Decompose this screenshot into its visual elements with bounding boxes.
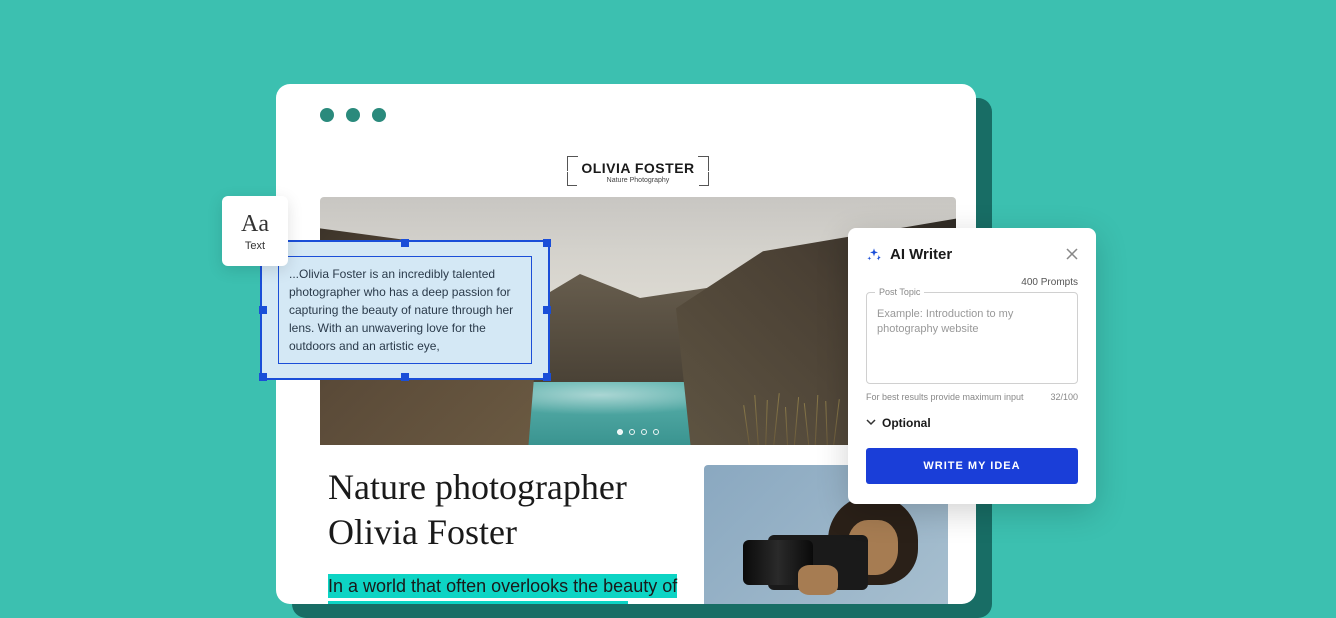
close-icon[interactable] <box>1066 247 1078 263</box>
optional-label: Optional <box>882 416 931 430</box>
resize-handle-bm[interactable] <box>401 373 409 381</box>
sparkle-icon <box>866 247 882 263</box>
maximize-window-dot[interactable] <box>372 108 386 122</box>
article-title[interactable]: Nature photographer Olivia Foster <box>328 465 684 555</box>
brand-tagline: Nature Photography <box>581 177 694 184</box>
text-tool-label: Text <box>245 240 265 252</box>
resize-handle-br[interactable] <box>543 373 551 381</box>
post-topic-input[interactable]: Post Topic Example: Introduction to my p… <box>866 292 1078 384</box>
carousel-dot-3[interactable] <box>641 429 647 435</box>
close-window-dot[interactable] <box>320 108 334 122</box>
carousel-indicators[interactable] <box>617 429 659 435</box>
char-count: 32/100 <box>1050 392 1078 402</box>
post-topic-placeholder: Example: Introduction to my photography … <box>877 307 1067 338</box>
site-logo[interactable]: OLIVIA FOSTER Nature Photography <box>320 148 956 197</box>
brand-name: OLIVIA FOSTER <box>581 160 694 176</box>
post-topic-label: Post Topic <box>875 287 924 297</box>
write-my-idea-button[interactable]: WRITE MY IDEA <box>866 448 1078 484</box>
text-icon: Aa <box>241 211 269 238</box>
resize-handle-tm[interactable] <box>401 239 409 247</box>
resize-handle-ml[interactable] <box>259 306 267 314</box>
carousel-dot-4[interactable] <box>653 429 659 435</box>
carousel-dot-1[interactable] <box>617 429 623 435</box>
chevron-down-icon <box>866 417 876 430</box>
selected-text-element[interactable]: ...Olivia Foster is an incredibly talent… <box>260 240 550 380</box>
minimize-window-dot[interactable] <box>346 108 360 122</box>
resize-handle-tr[interactable] <box>543 239 551 247</box>
textbox-content[interactable]: ...Olivia Foster is an incredibly talent… <box>289 265 521 355</box>
ai-writer-panel: AI Writer 400 Prompts Post Topic Example… <box>848 228 1096 504</box>
ai-writer-title: AI Writer <box>890 246 952 263</box>
article-body-highlighted[interactable]: In a world that often overlooks the beau… <box>328 574 677 604</box>
window-controls <box>320 108 386 122</box>
resize-handle-mr[interactable] <box>543 306 551 314</box>
helper-text: For best results provide maximum input <box>866 392 1024 402</box>
carousel-dot-2[interactable] <box>629 429 635 435</box>
resize-handle-bl[interactable] <box>259 373 267 381</box>
optional-toggle[interactable]: Optional <box>866 416 1078 430</box>
text-tool-button[interactable]: Aa Text <box>222 196 288 266</box>
